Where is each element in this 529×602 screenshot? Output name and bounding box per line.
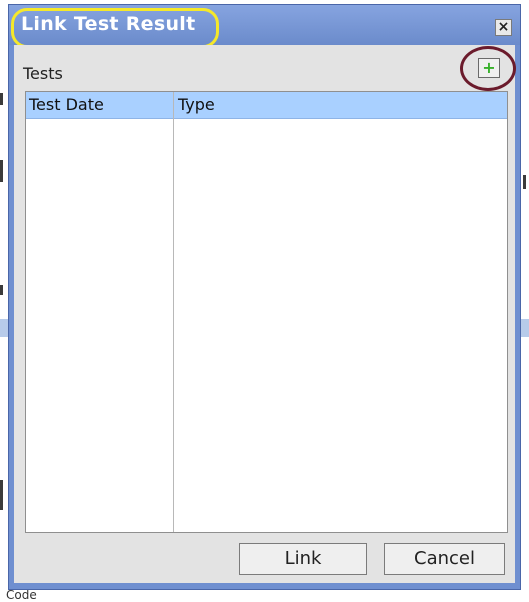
add-test-button[interactable]: + [478,58,500,78]
dialog-content: Tests + Test Date Type Link Cancel [14,45,516,583]
background-line [0,160,3,182]
dialog-titlebar[interactable]: Link Test Result × [9,5,520,48]
background-line [0,93,3,105]
table-header: Test Date Type [26,92,507,119]
background-partial-text: Code [6,588,37,602]
background-line [523,175,526,189]
close-button[interactable]: × [495,19,512,36]
link-test-result-dialog: Link Test Result × Tests + Test Date Typ… [8,4,521,590]
background-line [0,480,3,510]
title-highlight-annotation [11,8,219,48]
background-selected-row [0,319,8,337]
background-line [0,285,3,295]
column-header-test-date[interactable]: Test Date [29,92,104,118]
cancel-button[interactable]: Cancel [384,543,505,575]
column-divider [173,92,174,532]
tests-label: Tests [23,64,63,83]
background-selected-row [521,319,529,337]
tests-table[interactable]: Test Date Type [25,91,508,533]
column-header-type[interactable]: Type [178,92,215,118]
link-button[interactable]: Link [239,543,367,575]
background-app-edge [0,0,8,600]
